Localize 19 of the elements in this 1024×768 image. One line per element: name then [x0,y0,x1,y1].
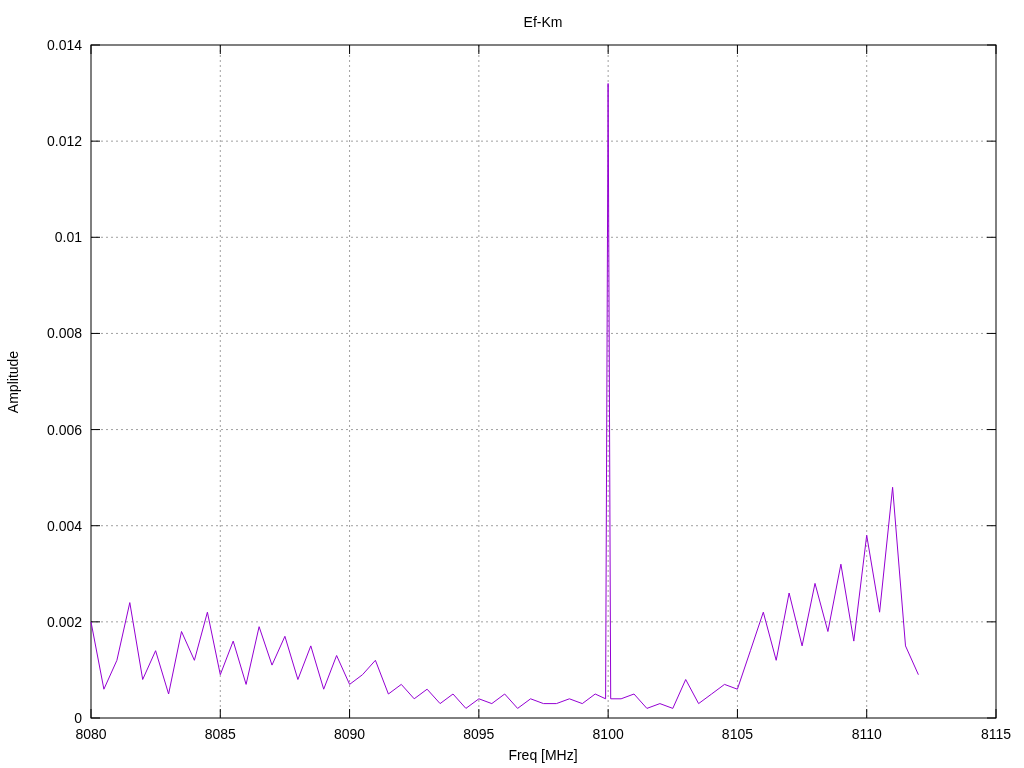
y-tick-label: 0.01 [54,229,82,246]
x-tick-label: 8095 [463,726,495,742]
x-tick-label: 8085 [204,726,236,742]
x-tick-label: 8080 [75,726,107,742]
y-tick-label: 0.002 [46,613,82,630]
y-tick-label: 0.006 [46,421,82,438]
y-axis-label: Amplitude [5,350,21,414]
y-tick-label: 0.008 [46,325,82,342]
x-tick-label: 8105 [721,726,753,742]
x-tick-label: 8110 [851,726,882,742]
y-tick-label: 0.014 [46,37,82,53]
chart-title: Ef-Km [523,14,563,30]
y-tick-label: 0.012 [46,133,82,150]
x-tick-label: 8090 [334,726,366,742]
x-tick-label: 8100 [592,726,624,742]
x-axis-label: Freq [MHz] [508,747,578,763]
x-tick-label: 8115 [980,726,1012,742]
y-tick-label: 0 [74,710,82,726]
y-tick-label: 0.004 [46,517,82,534]
